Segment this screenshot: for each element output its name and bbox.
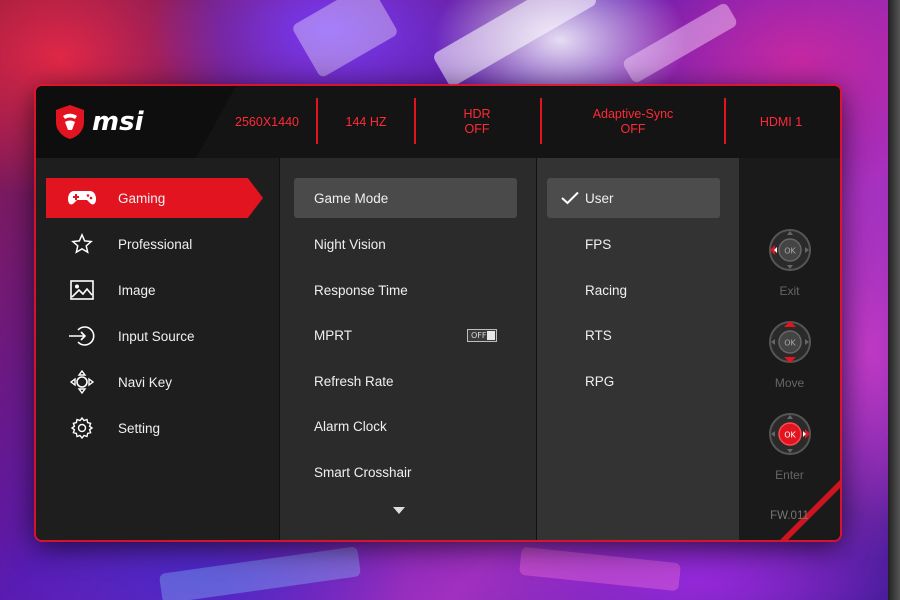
submenu-item-label: Response Time — [314, 282, 408, 298]
chevron-down-icon[interactable] — [393, 507, 405, 514]
option-rts[interactable]: RTS — [547, 315, 720, 355]
msi-dragon-shield-icon — [56, 105, 84, 139]
submenu-item-label: Smart Crosshair — [314, 464, 412, 480]
input-status: HDMI 1 — [759, 114, 803, 129]
enter-label: Enter — [775, 468, 804, 482]
submenu-item-game-mode[interactable]: Game Mode — [294, 178, 517, 218]
option-user[interactable]: User — [547, 178, 720, 218]
option-label: Racing — [585, 282, 628, 298]
star-icon — [66, 232, 98, 256]
submenu-item-label: Refresh Rate — [314, 373, 394, 389]
resolution-status: 2560X1440 — [235, 114, 299, 129]
monitor-bezel — [888, 0, 900, 600]
image-icon — [66, 278, 98, 302]
submenu-item-night-vision[interactable]: Night Vision — [294, 224, 517, 264]
option-label: RTS — [585, 327, 612, 343]
osd-menu: msi 2560X1440 144 HZ HDR OFF Adaptive-Syn… — [36, 86, 840, 540]
navi-move-icon: OK — [769, 321, 811, 363]
game-mode-options: User FPS Racing RTS RPG — [536, 158, 740, 540]
menu-item-professional[interactable]: Professional — [46, 224, 263, 264]
mprt-toggle[interactable]: OFF — [467, 329, 497, 342]
menu-item-label: Image — [118, 282, 156, 298]
gamepad-icon — [66, 186, 98, 210]
brand-logo: msi — [36, 86, 236, 158]
submenu-item-mprt[interactable]: MPRT OFF — [294, 315, 517, 355]
gear-icon — [66, 416, 98, 440]
main-menu: Gaming Professional Image Input Source N… — [36, 158, 279, 540]
option-racing[interactable]: Racing — [547, 270, 720, 310]
checkmark-icon — [555, 191, 585, 205]
option-label: RPG — [585, 373, 615, 389]
submenu-item-label: Night Vision — [314, 236, 386, 252]
submenu-item-smart-crosshair[interactable]: Smart Crosshair — [294, 452, 517, 492]
move-label: Move — [774, 376, 805, 390]
status-bar: msi 2560X1440 144 HZ HDR OFF Adaptive-Syn… — [36, 86, 840, 158]
submenu-item-label: Alarm Clock — [314, 418, 387, 434]
menu-item-setting[interactable]: Setting — [46, 408, 263, 448]
brand-name: msi — [92, 107, 144, 137]
move-hint: OK Move — [739, 318, 840, 408]
navi-exit-icon: OK — [769, 229, 811, 271]
gaming-submenu: Game Mode Night Vision Response Time MPR… — [279, 158, 537, 540]
menu-item-label: Professional — [118, 236, 193, 252]
refresh-rate-status: 144 HZ — [345, 114, 387, 129]
svg-text:OK: OK — [784, 247, 796, 256]
exit-hint: OK Exit — [739, 226, 840, 316]
enter-hint: OK Enter — [739, 410, 840, 500]
option-label: User — [585, 190, 614, 206]
submenu-item-response-time[interactable]: Response Time — [294, 270, 517, 310]
option-rpg[interactable]: RPG — [547, 361, 720, 401]
option-fps[interactable]: FPS — [547, 224, 720, 264]
svg-text:OK: OK — [784, 339, 796, 348]
menu-item-gaming[interactable]: Gaming — [46, 178, 263, 218]
adaptive-sync-status: Adaptive-Sync OFF — [592, 107, 674, 136]
menu-item-label: Setting — [118, 420, 161, 436]
input-source-icon — [66, 324, 98, 348]
svg-text:OK: OK — [784, 431, 796, 440]
submenu-item-label: MPRT — [314, 327, 353, 343]
hdr-status: HDR OFF — [463, 107, 491, 136]
toggle-state: OFF — [471, 331, 487, 340]
submenu-item-alarm-clock[interactable]: Alarm Clock — [294, 406, 517, 446]
submenu-item-label: Game Mode — [314, 190, 389, 206]
menu-item-label: Input Source — [118, 328, 195, 344]
control-hints: OK Exit OK Move OK Enter FW.011 — [739, 158, 840, 540]
option-label: FPS — [585, 236, 612, 252]
menu-item-navi-key[interactable]: Navi Key — [46, 362, 263, 402]
menu-item-image[interactable]: Image — [46, 270, 263, 310]
firmware-version: FW.011 — [770, 510, 809, 522]
menu-item-label: Navi Key — [118, 374, 173, 390]
exit-label: Exit — [779, 284, 800, 298]
navi-enter-icon: OK — [769, 413, 811, 455]
menu-item-input-source[interactable]: Input Source — [46, 316, 263, 356]
menu-item-label: Gaming — [118, 190, 166, 206]
navi-key-icon — [66, 370, 98, 394]
submenu-item-refresh-rate[interactable]: Refresh Rate — [294, 361, 517, 401]
